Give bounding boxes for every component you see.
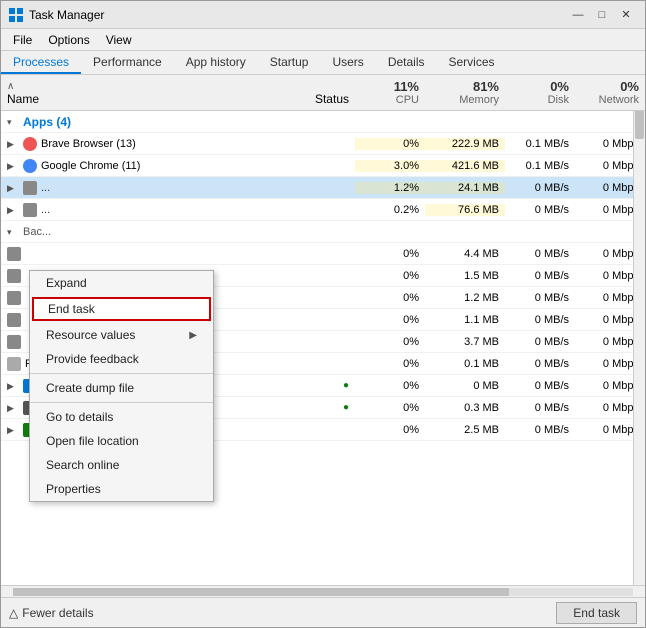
ctx-expand[interactable]: Expand bbox=[30, 271, 213, 295]
tab-app-history[interactable]: App history bbox=[174, 51, 258, 74]
table-header: ∧ Name Status 11% CPU 81% Memory 0% Disk… bbox=[1, 75, 645, 111]
row-expand-arrow[interactable]: ▶ bbox=[7, 183, 17, 193]
tab-details[interactable]: Details bbox=[376, 51, 437, 74]
h-scroll-track[interactable] bbox=[13, 588, 633, 596]
col-status[interactable]: Status bbox=[275, 75, 355, 108]
ctx-search-online[interactable]: Search online bbox=[30, 453, 213, 477]
h-scroll-thumb[interactable] bbox=[13, 588, 509, 596]
tab-users[interactable]: Users bbox=[320, 51, 375, 74]
tab-performance[interactable]: Performance bbox=[81, 51, 174, 74]
app-icon bbox=[9, 8, 23, 22]
bg-app-icon bbox=[7, 247, 21, 261]
horizontal-scrollbar[interactable] bbox=[1, 585, 645, 597]
row-expand-arrow[interactable]: ▶ bbox=[7, 425, 17, 435]
sort-arrow: ∧ bbox=[7, 81, 14, 92]
bg-app-icon bbox=[7, 291, 21, 305]
tab-services[interactable]: Services bbox=[437, 51, 507, 74]
table-row[interactable]: ▶ Brave Browser (13) 0% 222.9 MB 0.1 MB/… bbox=[1, 133, 645, 155]
bg-expand-arrow[interactable]: ▾ bbox=[7, 227, 17, 237]
ctx-go-to-details[interactable]: Go to details bbox=[30, 405, 213, 429]
app-generic-icon bbox=[23, 181, 37, 195]
menu-options[interactable]: Options bbox=[40, 31, 97, 49]
demand-icon bbox=[7, 357, 21, 371]
background-section-header: ▾ Bac... bbox=[1, 221, 645, 243]
table-row[interactable]: ▶ Google Chrome (11) 3.0% 421.6 MB 0.1 M… bbox=[1, 155, 645, 177]
apps-section-header: ▾ Apps (4) bbox=[1, 111, 645, 133]
ctx-resource-values[interactable]: Resource values ▶ bbox=[30, 323, 213, 347]
row-expand-arrow[interactable]: ▶ bbox=[7, 403, 17, 413]
row-expand-arrow[interactable]: ▶ bbox=[7, 139, 17, 149]
end-task-button[interactable]: End task bbox=[556, 602, 637, 624]
minimize-button[interactable]: — bbox=[567, 6, 589, 24]
col-name[interactable]: ∧ Name bbox=[1, 75, 275, 108]
ctx-create-dump[interactable]: Create dump file bbox=[30, 376, 213, 400]
submenu-arrow: ▶ bbox=[189, 330, 197, 341]
menu-bar: File Options View bbox=[1, 29, 645, 51]
process-table: ∧ Name Status 11% CPU 81% Memory 0% Disk… bbox=[1, 75, 645, 585]
menu-view[interactable]: View bbox=[98, 31, 140, 49]
table-row[interactable]: ▶ ... 0.2% 76.6 MB 0 MB/s 0 Mbps bbox=[1, 199, 645, 221]
ctx-open-file-location[interactable]: Open file location bbox=[30, 429, 213, 453]
maximize-button[interactable]: □ bbox=[591, 6, 613, 24]
fewer-details-btn[interactable]: △ Fewer details bbox=[9, 606, 94, 620]
close-button[interactable]: ✕ bbox=[615, 6, 637, 24]
menu-file[interactable]: File bbox=[5, 31, 40, 49]
ctx-separator-1 bbox=[30, 373, 213, 374]
row-expand-arrow[interactable]: ▶ bbox=[7, 161, 17, 171]
row-expand-arrow[interactable]: ▶ bbox=[7, 381, 17, 391]
ctx-provide-feedback[interactable]: Provide feedback bbox=[30, 347, 213, 371]
chrome-icon bbox=[23, 159, 37, 173]
title-bar-left: Task Manager bbox=[9, 8, 104, 22]
brave-icon bbox=[23, 137, 37, 151]
window-title: Task Manager bbox=[29, 8, 104, 22]
vertical-scrollbar[interactable] bbox=[633, 75, 645, 585]
fewer-details-arrow: △ bbox=[9, 606, 18, 620]
status-bar: △ Fewer details End task bbox=[1, 597, 645, 627]
tab-processes[interactable]: Processes bbox=[1, 51, 81, 74]
tabs: Processes Performance App history Startu… bbox=[1, 51, 645, 75]
bg-app-icon bbox=[7, 313, 21, 327]
col-disk[interactable]: 0% Disk bbox=[505, 75, 575, 108]
apps-expand-arrow[interactable]: ▾ bbox=[7, 117, 17, 127]
context-menu: Expand End task Resource values ▶ Provid… bbox=[29, 270, 214, 502]
tab-startup[interactable]: Startup bbox=[258, 51, 321, 74]
bg-app-icon bbox=[7, 269, 21, 283]
table-row[interactable]: 0% 4.4 MB 0 MB/s 0 Mbps bbox=[1, 243, 645, 265]
table-row-selected[interactable]: ▶ ... 1.2% 24.1 MB 0 MB/s 0 Mbps bbox=[1, 177, 645, 199]
col-network[interactable]: 0% Network bbox=[575, 75, 645, 108]
title-bar: Task Manager — □ ✕ bbox=[1, 1, 645, 29]
col-memory[interactable]: 81% Memory bbox=[425, 75, 505, 108]
ctx-separator-2 bbox=[30, 402, 213, 403]
row-expand-arrow[interactable]: ▶ bbox=[7, 205, 17, 215]
app-icon bbox=[23, 203, 37, 217]
title-controls: — □ ✕ bbox=[567, 6, 637, 24]
task-manager-window: Task Manager — □ ✕ File Options View Pro… bbox=[0, 0, 646, 628]
bg-app-icon bbox=[7, 335, 21, 349]
ctx-end-task[interactable]: End task bbox=[32, 297, 211, 321]
ctx-properties[interactable]: Properties bbox=[30, 477, 213, 501]
col-cpu[interactable]: 11% CPU bbox=[355, 75, 425, 108]
